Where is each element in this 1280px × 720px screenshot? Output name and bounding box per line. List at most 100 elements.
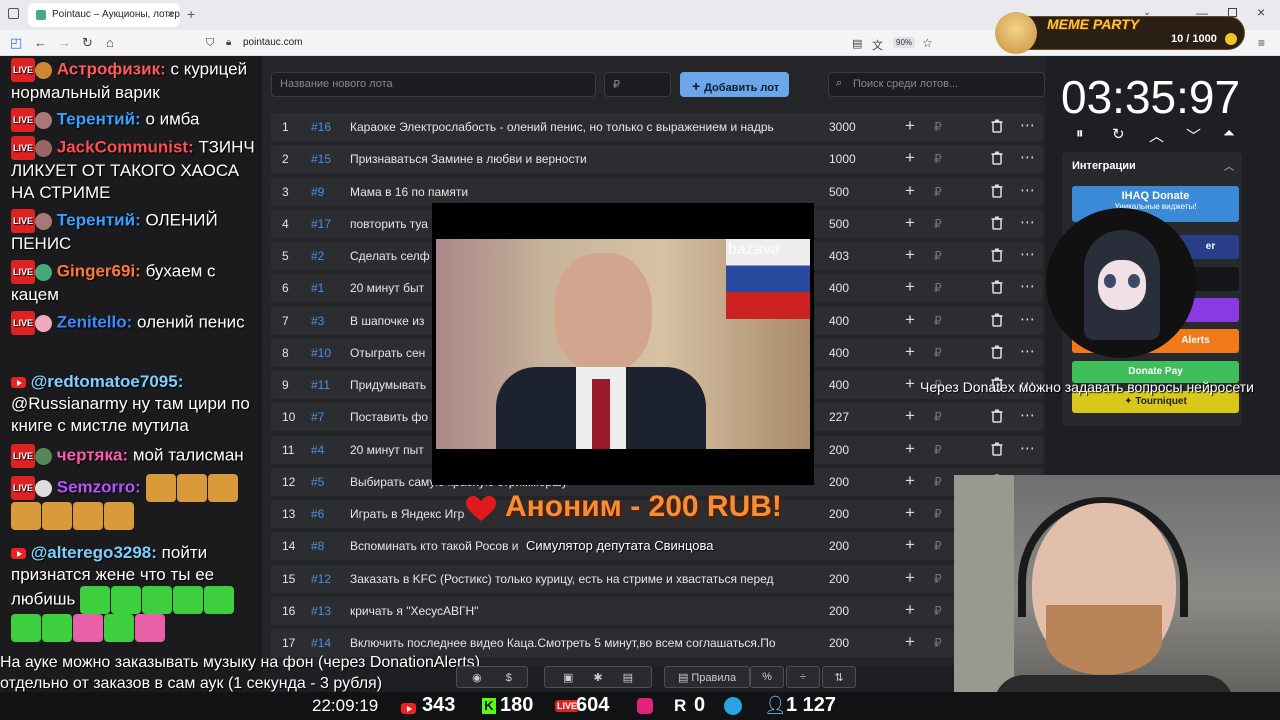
shield-icon[interactable]: ⛉: [206, 37, 214, 50]
lot-name[interactable]: Признаваться Замине в любви и верности: [350, 152, 802, 166]
add-amount-icon[interactable]: +: [905, 181, 915, 201]
lot-row[interactable]: 2 #15 Признаваться Замине в любви и вернос…: [271, 145, 1043, 174]
currency-icon[interactable]: ₽: [934, 314, 942, 328]
add-amount-icon[interactable]: +: [905, 342, 915, 362]
currency-icon[interactable]: ₽: [934, 443, 942, 457]
add-amount-icon[interactable]: +: [905, 310, 915, 330]
add-amount-icon[interactable]: +: [905, 374, 915, 394]
more-options-icon[interactable]: ⋯: [1020, 342, 1035, 360]
lot-amount[interactable]: 200: [829, 475, 849, 489]
lot-row[interactable]: 15 #12 Заказать в KFC (Ростикс) только кур…: [271, 564, 1043, 593]
lot-amount[interactable]: 500: [829, 185, 849, 199]
timer-down-button[interactable]: ﹀: [1186, 125, 1201, 146]
add-amount-icon[interactable]: +: [905, 213, 915, 233]
close-tab-icon[interactable]: ×: [167, 7, 174, 21]
bookmark-star-icon[interactable]: ☆: [922, 36, 933, 50]
close-window-button[interactable]: ×: [1257, 4, 1265, 20]
add-amount-icon[interactable]: +: [905, 535, 915, 555]
currency-icon[interactable]: ₽: [934, 346, 942, 360]
currency-icon[interactable]: ₽: [934, 410, 942, 424]
add-amount-icon[interactable]: +: [905, 600, 915, 620]
lot-amount[interactable]: 3000: [829, 120, 856, 134]
add-amount-icon[interactable]: +: [905, 439, 915, 459]
add-amount-icon[interactable]: +: [905, 148, 915, 168]
currency-icon[interactable]: ₽: [934, 539, 942, 553]
trash-icon[interactable]: [991, 184, 1003, 198]
trash-icon[interactable]: [991, 442, 1003, 456]
timer-up-button[interactable]: ︿: [1149, 125, 1164, 146]
lot-amount[interactable]: 200: [829, 604, 849, 618]
address-bar[interactable]: pointauc.com: [243, 37, 302, 48]
trash-icon[interactable]: [991, 119, 1003, 133]
reload-button[interactable]: ↻: [82, 35, 93, 51]
more-options-icon[interactable]: ⋯: [1020, 148, 1035, 166]
more-options-icon[interactable]: ⋯: [1020, 245, 1035, 263]
tools-button[interactable]: ▣ ✱ ▤: [544, 666, 652, 688]
lot-row[interactable]: 3 #9 Мама в 16 по памяти 500 + ₽ ⋯: [271, 177, 1043, 206]
add-amount-icon[interactable]: +: [905, 406, 915, 426]
forward-button[interactable]: →: [58, 35, 71, 50]
collapse-chevron-icon[interactable]: ︿: [1224, 158, 1234, 173]
currency-icon[interactable]: ₽: [934, 475, 942, 489]
add-amount-icon[interactable]: +: [905, 568, 915, 588]
currency-icon[interactable]: ₽: [934, 636, 942, 650]
lot-name[interactable]: Включить последнее видео Каца.Смотреть 5…: [350, 636, 802, 650]
lot-amount[interactable]: 200: [829, 443, 849, 457]
reset-timer-button[interactable]: ↻: [1112, 125, 1125, 143]
trash-icon[interactable]: [991, 313, 1003, 327]
browser-tab[interactable]: Pointauc – Аукционы, лотереи ×: [28, 3, 180, 27]
add-amount-icon[interactable]: +: [905, 503, 915, 523]
add-lot-button[interactable]: + Добавить лот: [680, 72, 789, 97]
add-amount-icon[interactable]: +: [905, 116, 915, 136]
github-button[interactable]: ◉ $: [456, 666, 528, 688]
lot-amount[interactable]: 200: [829, 572, 849, 586]
more-options-icon[interactable]: ⋯: [1020, 116, 1035, 134]
more-options-icon[interactable]: ⋯: [1020, 213, 1035, 231]
currency-icon[interactable]: ₽: [934, 185, 942, 199]
currency-icon[interactable]: ₽: [934, 249, 942, 263]
new-lot-input[interactable]: Название нового лота: [271, 72, 596, 97]
add-amount-icon[interactable]: +: [905, 632, 915, 652]
lot-amount[interactable]: 400: [829, 281, 849, 295]
lot-name[interactable]: Караоке Электрослабость - олений пенис, …: [350, 120, 802, 134]
more-options-icon[interactable]: ⋯: [1020, 277, 1035, 295]
timer-double-up-button[interactable]: ⏶: [1223, 125, 1235, 142]
sort-button[interactable]: ⇅: [822, 666, 856, 688]
currency-icon[interactable]: ₽: [934, 120, 942, 134]
lot-amount[interactable]: 200: [829, 539, 849, 553]
more-options-icon[interactable]: ⋯: [1020, 439, 1035, 457]
trash-icon[interactable]: [991, 151, 1003, 165]
sidebar-toggle-icon[interactable]: ◰: [10, 35, 22, 51]
lot-amount[interactable]: 400: [829, 314, 849, 328]
reader-icon[interactable]: ▤: [852, 37, 862, 50]
translate-icon[interactable]: 文: [872, 37, 883, 53]
lot-amount[interactable]: 400: [829, 378, 849, 392]
tab-list-icon[interactable]: [8, 8, 19, 19]
currency-icon[interactable]: ₽: [934, 217, 942, 231]
more-options-icon[interactable]: ⋯: [1020, 181, 1035, 199]
home-button[interactable]: ⌂: [106, 35, 114, 50]
lot-amount[interactable]: 1000: [829, 152, 856, 166]
lot-row[interactable]: 1 #16 Караоке Электрослабость - олений пен…: [271, 113, 1043, 141]
add-amount-icon[interactable]: +: [905, 471, 915, 491]
lot-amount[interactable]: 400: [829, 346, 849, 360]
lot-name[interactable]: Мама в 16 по памяти: [350, 185, 802, 199]
more-options-icon[interactable]: ⋯: [1020, 310, 1035, 328]
lot-amount-input[interactable]: ₽: [604, 72, 671, 97]
trash-icon[interactable]: [991, 280, 1003, 294]
lot-amount[interactable]: 500: [829, 217, 849, 231]
rules-button[interactable]: ▤ Правила: [664, 666, 750, 688]
lot-amount[interactable]: 403: [829, 249, 849, 263]
lot-name[interactable]: Заказать в KFC (Ростикс) только курицу, …: [350, 572, 802, 586]
split-button[interactable]: ÷: [786, 666, 820, 688]
add-amount-icon[interactable]: +: [905, 245, 915, 265]
zoom-level[interactable]: 90%: [893, 37, 916, 48]
lot-amount[interactable]: 200: [829, 636, 849, 650]
currency-icon[interactable]: ₽: [934, 152, 942, 166]
lot-amount[interactable]: 200: [829, 507, 849, 521]
trash-icon[interactable]: [991, 248, 1003, 262]
currency-icon[interactable]: ₽: [934, 281, 942, 295]
pause-button[interactable]: ⏸: [1076, 125, 1084, 142]
lot-amount[interactable]: 227: [829, 410, 849, 424]
lot-name[interactable]: кричать я "ХесусАВГН": [350, 604, 802, 618]
